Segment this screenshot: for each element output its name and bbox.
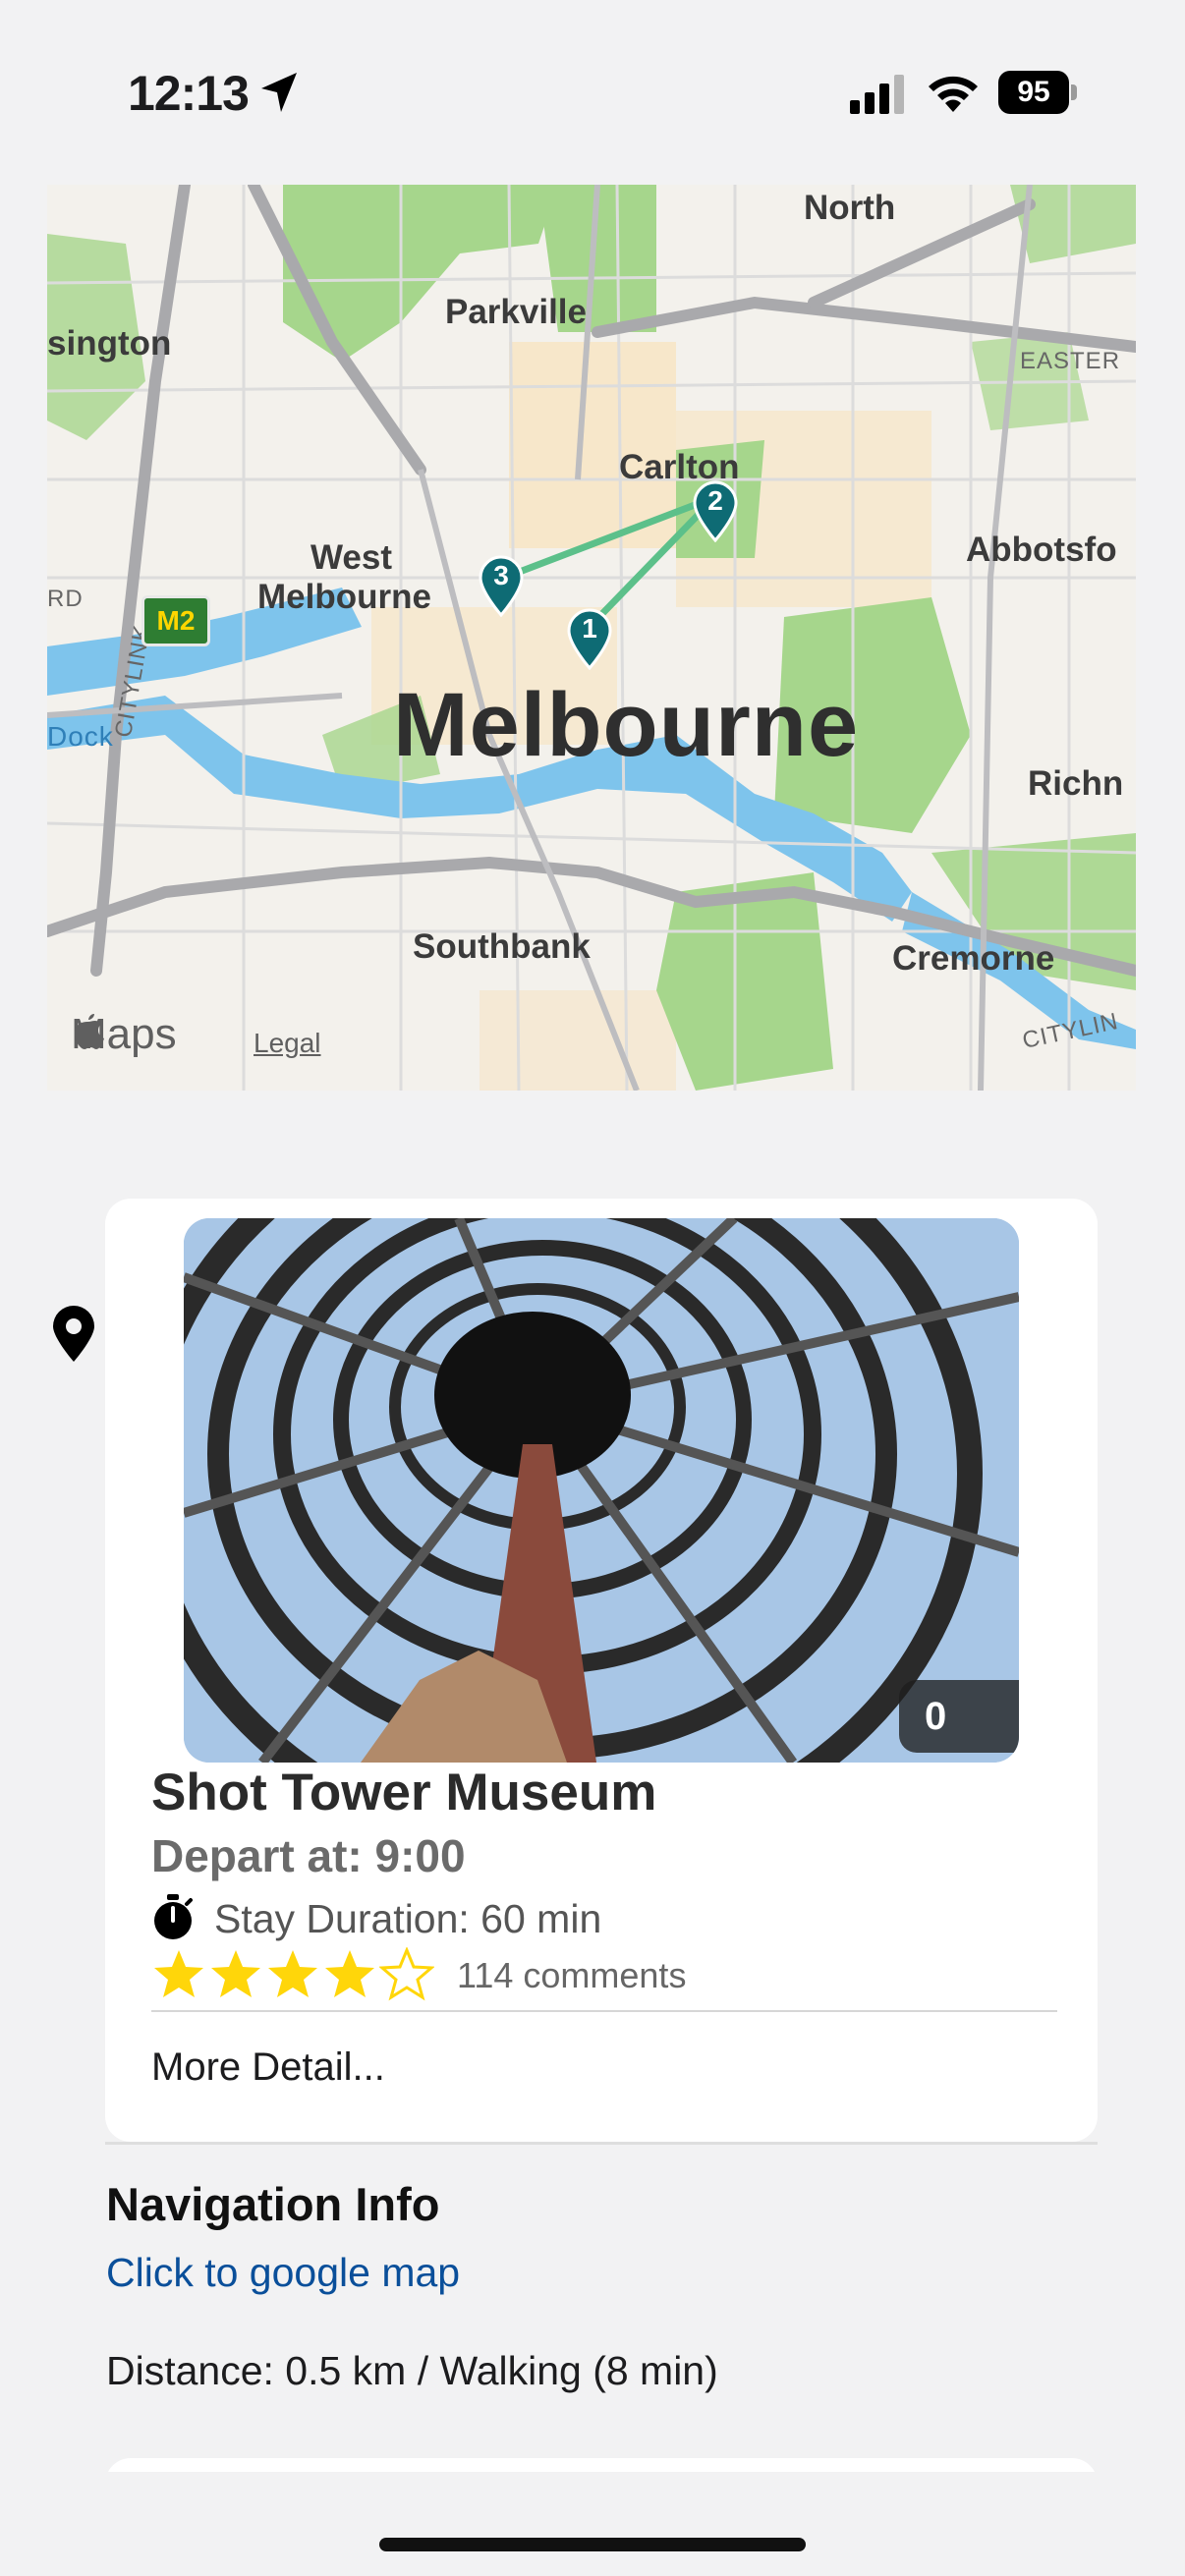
route-map[interactable]: North Parkville sington Carlton EASTER A… [47, 185, 1136, 1091]
distance-info: Distance: 0.5 km / Walking (8 min) [106, 2348, 718, 2393]
card-divider [151, 2010, 1057, 2012]
map-pin-1[interactable]: 1 [565, 607, 614, 670]
map-pin-number: 2 [707, 485, 723, 516]
map-pin-number: 1 [582, 613, 597, 644]
navigation-info-title: Navigation Info [106, 2178, 440, 2230]
map-pin-2[interactable]: 2 [691, 479, 740, 542]
place-photo: 0 AUD [184, 1218, 1019, 1763]
battery-icon: 95 [998, 71, 1079, 114]
location-pin-icon [53, 1306, 94, 1362]
cellular-signal-icon [850, 75, 904, 114]
stopwatch-icon [154, 1894, 193, 1939]
rating-stars [151, 1947, 436, 2006]
comments-count[interactable]: 114 comments [457, 1955, 686, 1996]
home-indicator[interactable] [379, 2538, 806, 2551]
map-pin-3[interactable]: 3 [477, 554, 526, 617]
map-label-richmond: Richn [1028, 764, 1124, 803]
status-bar: 12:13 95 [0, 0, 1185, 187]
section-divider [105, 2142, 1098, 2145]
more-detail-button[interactable]: More Detail... [151, 2045, 385, 2090]
map-label-cremorne: Cremorne [892, 939, 1055, 978]
map-label-west: West [310, 538, 392, 577]
star-filled-icon [154, 1950, 203, 1997]
star-filled-icon [268, 1950, 317, 1997]
map-pin-number: 3 [493, 560, 509, 590]
home-bar-area [0, 2472, 1185, 2576]
map-label-dock: Dock [47, 721, 114, 752]
star-empty-icon [379, 1947, 434, 2001]
map-label-eastern: EASTER [1020, 348, 1121, 374]
legal-link[interactable]: Legal [254, 1028, 321, 1059]
status-time: 12:13 [128, 66, 250, 121]
stay-duration: Stay Duration: 60 min [214, 1896, 602, 1941]
m2-road-badge: M2 [141, 595, 210, 646]
map-label-melbourne: Melbourne [393, 675, 860, 775]
map-label-southbank: Southbank [413, 927, 591, 966]
place-photo-image [184, 1218, 1019, 1763]
map-label-west-melbourne: Melbourne [257, 578, 431, 616]
map-label-rd: RD [47, 586, 84, 612]
map-label-kensington: sington [47, 324, 172, 363]
price-badge: 0 AUD [899, 1680, 1019, 1753]
google-map-link[interactable]: Click to google map [106, 2250, 460, 2296]
map-label-north: North [804, 189, 896, 227]
star-filled-icon [211, 1950, 260, 1997]
place-title: Shot Tower Museum [151, 1764, 657, 1821]
map-label-abbotsford: Abbotsfo [966, 531, 1117, 569]
apple-logo-icon [75, 1014, 104, 1049]
battery-level: 95 [998, 71, 1069, 114]
wifi-icon [929, 76, 978, 112]
apple-maps-logo: Maps [71, 1010, 177, 1059]
location-arrow-icon [261, 73, 297, 112]
map-label-parkville: Parkville [445, 293, 587, 331]
star-filled-icon [325, 1950, 374, 1997]
place-card[interactable]: 0 AUD Shot Tower Museum Depart at: 9:00 … [105, 1199, 1098, 2142]
depart-time: Depart at: 9:00 [151, 1830, 466, 1881]
